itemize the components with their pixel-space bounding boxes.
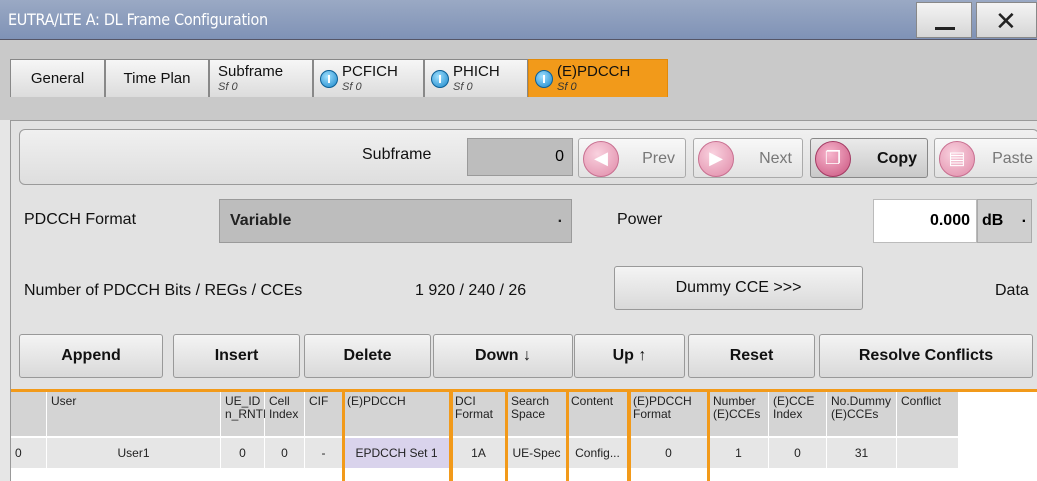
append-button[interactable]: Append — [19, 334, 163, 378]
column-header: Content — [567, 392, 629, 436]
tab-time-plan[interactable]: Time Plan — [105, 59, 209, 97]
column-header: CIF — [305, 392, 343, 436]
column-header: DCI Format — [451, 392, 507, 436]
dropdown-icon: · — [557, 213, 563, 230]
reset-button[interactable]: Reset — [688, 334, 815, 378]
info-icon — [535, 70, 553, 88]
dci-format-cell[interactable]: 1A — [451, 438, 507, 468]
column-header: User — [47, 392, 221, 436]
arrow-right-icon: ▶ — [698, 141, 734, 177]
tab-sublabel: Sf 0 — [453, 81, 473, 93]
column-header: (E)CCE Index — [769, 392, 827, 436]
subframe-label: Subframe — [362, 146, 432, 163]
conflict-cell — [897, 438, 959, 468]
column-header: (E)PDCCH Format — [629, 392, 709, 436]
minimize-icon — [935, 27, 955, 30]
title-bar[interactable]: EUTRA/LTE A: DL Frame Configuration ✕ — [0, 0, 1037, 40]
power-input[interactable]: 0.000 — [873, 199, 977, 243]
down-button[interactable]: Down ↓ — [433, 334, 573, 378]
tab-label: PHICH — [453, 63, 500, 80]
pdcch-bits-label: Number of PDCCH Bits / REGs / CCEs — [24, 282, 303, 299]
pdcch-format-select[interactable]: Variable · — [219, 199, 572, 243]
dl-frame-configuration-window: EUTRA/LTE A: DL Frame Configuration ✕ Ge… — [0, 0, 1037, 481]
info-icon — [431, 70, 449, 88]
tab-phich[interactable]: PHICH Sf 0 — [424, 59, 528, 97]
search-space-cell[interactable]: UE-Spec — [507, 438, 567, 468]
user-cell[interactable]: User1 — [47, 438, 221, 468]
cif-cell[interactable]: - — [305, 438, 343, 468]
power-label: Power — [617, 211, 663, 228]
tab-label: General — [30, 70, 85, 87]
paste-button[interactable]: ▤ Paste — [934, 138, 1037, 178]
next-button[interactable]: ▶ Next — [693, 138, 803, 178]
power-unit-value: dB — [982, 212, 1004, 229]
content-cell[interactable]: Config... — [567, 438, 629, 468]
pdcch-format-label: PDCCH Format — [24, 211, 137, 228]
delete-button[interactable]: Delete — [304, 334, 431, 378]
window-title: EUTRA/LTE A: DL Frame Configuration — [8, 10, 268, 29]
data-label: Data — [995, 282, 1029, 299]
insert-button[interactable]: Insert — [173, 334, 300, 378]
ue-id-cell[interactable]: 0 — [221, 438, 265, 468]
close-button[interactable]: ✕ — [976, 2, 1037, 38]
prev-button[interactable]: ◀ Prev — [578, 138, 686, 178]
dummy-cce-button[interactable]: Dummy CCE >>> — [614, 266, 863, 310]
dropdown-icon: · — [1021, 213, 1027, 230]
tab-label: (E)PDCCH — [557, 63, 631, 80]
tab-strip: General Time Plan Subframe Sf 0 PCFICH S… — [0, 40, 1037, 120]
resolve-conflicts-button[interactable]: Resolve Conflicts — [819, 334, 1033, 378]
subframe-navigation: Subframe 0 ◀ Prev ▶ Next ❐ Copy ▤ Paste — [19, 129, 1037, 185]
tab-subframe[interactable]: Subframe Sf 0 — [209, 59, 313, 97]
column-header: Search Space — [507, 392, 567, 436]
up-button[interactable]: Up ↑ — [574, 334, 685, 378]
pdcch-bits-value: 1 920 / 240 / 26 — [415, 282, 527, 299]
user-table: User UE_ID n_RNTI Cell Index CIF (E)PDCC… — [11, 389, 1037, 481]
tab-label: PCFICH — [342, 63, 398, 80]
paste-icon: ▤ — [939, 141, 975, 177]
row-index: 0 — [11, 438, 47, 468]
epdcch-panel: Subframe 0 ◀ Prev ▶ Next ❐ Copy ▤ Paste … — [10, 120, 1037, 481]
dummy-cces-cell: 31 — [827, 438, 897, 468]
column-header: No.Dummy (E)CCEs — [827, 392, 897, 436]
tab-general[interactable]: General — [10, 59, 105, 97]
pdcch-format-value: Variable — [230, 212, 292, 229]
tab-sublabel: Sf 0 — [218, 81, 238, 93]
close-icon: ✕ — [995, 6, 1017, 36]
cce-index-cell: 0 — [769, 438, 827, 468]
minimize-button[interactable] — [916, 2, 972, 38]
tab-sublabel: Sf 0 — [342, 81, 362, 93]
tab-epdcch[interactable]: (E)PDCCH Sf 0 — [528, 59, 668, 97]
tab-sublabel: Sf 0 — [557, 81, 577, 93]
cell-index-cell[interactable]: 0 — [265, 438, 305, 468]
tab-label: Subframe — [218, 63, 284, 80]
epdcch-cell[interactable]: EPDCCH Set 1 — [343, 438, 451, 468]
column-header: Conflict — [897, 392, 959, 436]
column-header: Number (E)CCEs — [709, 392, 769, 436]
epdcch-format-cell[interactable]: 0 — [629, 438, 709, 468]
tab-pcfich[interactable]: PCFICH Sf 0 — [313, 59, 424, 97]
copy-button[interactable]: ❐ Copy — [810, 138, 928, 178]
power-unit-select[interactable]: dB · — [977, 199, 1032, 243]
column-header: UE_ID n_RNTI — [221, 392, 266, 436]
arrow-left-icon: ◀ — [583, 141, 619, 177]
subframe-value[interactable]: 0 — [467, 138, 573, 176]
tab-label: Time Plan — [123, 70, 191, 87]
info-icon — [320, 70, 338, 88]
column-header: Cell Index — [265, 392, 305, 436]
copy-icon: ❐ — [815, 141, 851, 177]
column-header — [11, 392, 47, 436]
column-header: (E)PDCCH — [343, 392, 451, 436]
number-cces-cell: 1 — [709, 438, 769, 468]
